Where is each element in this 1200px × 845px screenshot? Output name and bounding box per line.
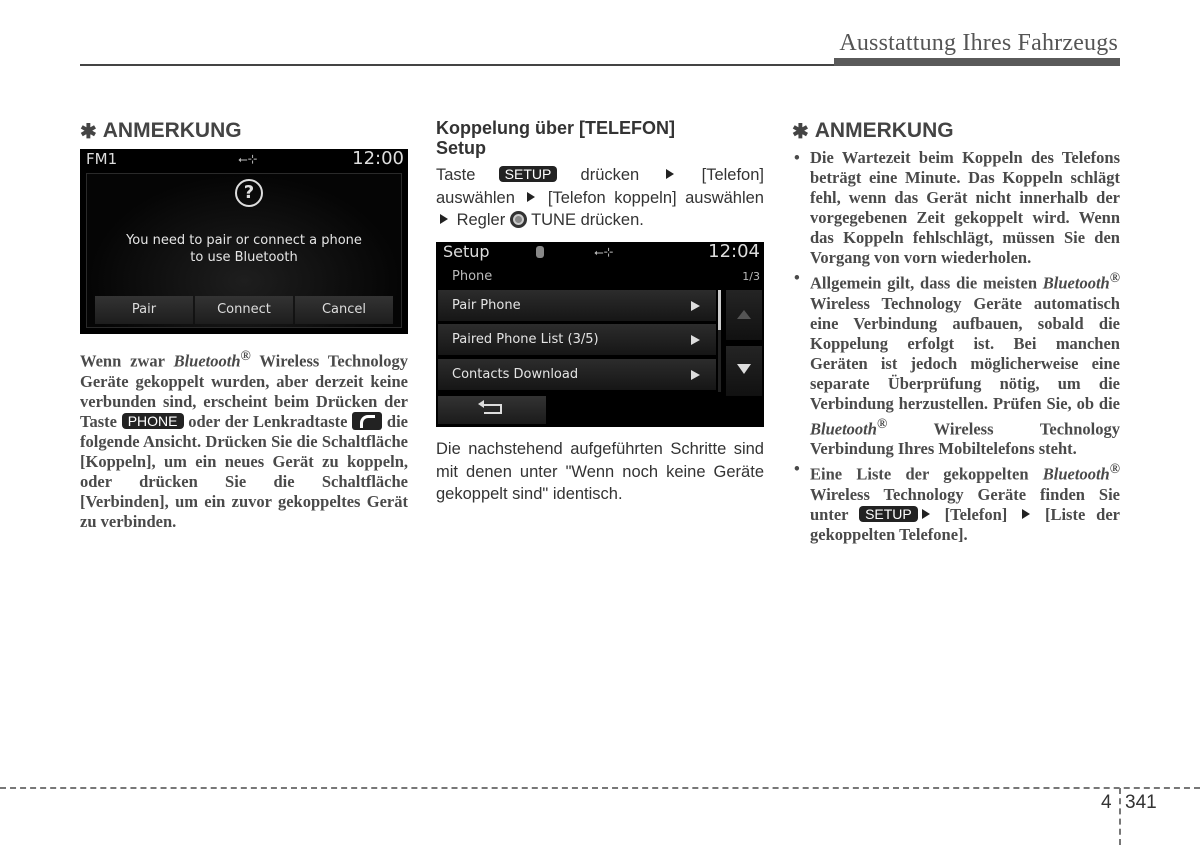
arrow-right-icon: [666, 169, 675, 179]
arrow-right-icon: [1022, 508, 1031, 519]
connect-button[interactable]: Connect: [195, 296, 293, 324]
registered-mark: ®: [1109, 270, 1120, 285]
left-paragraph: Wenn zwar Bluetooth® Wireless Technology…: [80, 346, 408, 532]
registered-mark: ®: [876, 415, 888, 431]
note-bullet: Eine Liste der gekoppelten Bluetooth® Wi…: [792, 459, 1120, 545]
clock: 12:00: [352, 148, 404, 169]
footer-divider: [1119, 788, 1121, 845]
clock: 12:04: [708, 241, 760, 262]
arrow-right-icon: [921, 508, 930, 519]
setup-steps: Taste SETUP drücken [Telefon] auswählen …: [436, 164, 764, 232]
bluetooth-prompt-screen: FM1 ⭠⊹ 12:00 ? You need to pair or conne…: [80, 148, 408, 334]
text: Allgemein gilt, dass die meisten: [810, 273, 1043, 293]
setup-key: SETUP: [859, 505, 918, 522]
arrow-right-icon: [440, 214, 448, 224]
status-bar: FM1 ⭠⊹ 12:00: [80, 148, 408, 169]
menu-item-contacts-download[interactable]: Contacts Download: [438, 359, 716, 390]
cancel-button[interactable]: Cancel: [295, 296, 393, 324]
source-label: FM1: [86, 150, 118, 168]
asterisk-icon: ✱: [792, 120, 809, 143]
menu-item-label: Paired Phone List (3/5): [452, 332, 599, 347]
triangle-up-icon: [737, 310, 751, 319]
status-bar: Setup ⭠⊹ 12:04: [436, 241, 764, 262]
note-heading: ✱ ANMERKUNG: [792, 116, 1120, 146]
column-right: ✱ ANMERKUNG Die Wartezeit beim Koppeln d…: [792, 112, 1120, 545]
heading-line: Koppelung über [TELEFON]: [436, 118, 675, 138]
usb-icon: ⭠⊹: [238, 152, 258, 166]
back-button[interactable]: [438, 396, 546, 424]
dialog-message: You need to pair or connect a phone to u…: [87, 232, 401, 266]
dialog-message-line: to use Bluetooth: [190, 250, 298, 265]
text: Taste: [436, 166, 499, 184]
menu-item-paired-phone-list[interactable]: Paired Phone List (3/5): [438, 324, 716, 355]
section-title: Ausstattung Ihres Fahrzeugs: [839, 30, 1118, 56]
menu-item-label: Pair Phone: [452, 298, 521, 313]
page-indicator: 1/3: [742, 270, 760, 283]
usb-icon: ⭠⊹: [594, 245, 614, 259]
bluetooth-term: Bluetooth: [810, 419, 877, 438]
section-heading: Koppelung über [TELEFON] Setup: [436, 118, 764, 158]
dialog-buttons: Pair Connect Cancel: [95, 296, 393, 324]
middle-paragraph: Die nachstehend aufgeführten Schritte si…: [436, 440, 764, 503]
dialog-panel: ? You need to pair or connect a phone to…: [86, 173, 402, 328]
setup-key: SETUP: [498, 166, 558, 182]
arrow-right-icon: [527, 191, 536, 202]
asterisk-icon: ✱: [80, 120, 97, 143]
text: drücken: [557, 166, 663, 184]
question-icon: ?: [235, 179, 263, 207]
footer-rule: [0, 787, 1200, 789]
screen-title: Setup: [443, 242, 490, 261]
text: TUNE drücken.: [526, 211, 644, 229]
dialog-message-line: You need to pair or connect a phone: [126, 233, 362, 248]
menu-item-pair-phone[interactable]: Pair Phone: [438, 290, 716, 321]
text: oder der Lenkradtaste: [183, 411, 353, 431]
menu-item-label: Contacts Download: [452, 367, 579, 382]
heading-line: Setup: [436, 138, 487, 158]
note-bullet: Allgemein gilt, dass die meisten Bluetoo…: [792, 268, 1120, 459]
text: Regler: [452, 211, 510, 229]
setup-phone-screen: Setup ⭠⊹ 12:04 Phone 1/3 Pair Phone Pair…: [436, 241, 764, 427]
text: Wireless Technology Geräte automatisch e…: [810, 293, 1120, 413]
bluetooth-term: Bluetooth: [1042, 273, 1110, 293]
bluetooth-icon: [536, 246, 544, 258]
text: Wenn zwar: [80, 351, 174, 371]
arrow-right-icon: [691, 370, 700, 380]
pair-button[interactable]: Pair: [95, 296, 193, 324]
note-heading-text: ANMERKUNG: [814, 119, 954, 142]
steering-phone-key-icon: [352, 411, 383, 430]
arrow-right-icon: [691, 335, 700, 345]
bluetooth-term: Bluetooth: [173, 351, 241, 371]
column-middle: Koppelung über [TELEFON] Setup Taste SET…: [436, 118, 764, 232]
note-heading-text: ANMERKUNG: [102, 119, 242, 142]
back-arrow-icon: [478, 400, 502, 414]
text: [Telefon]: [933, 504, 1019, 524]
scrollbar-thumb[interactable]: [718, 290, 721, 330]
registered-mark: ®: [1109, 461, 1120, 476]
chapter-number: 4: [1101, 792, 1112, 813]
scroll-down-button[interactable]: [726, 346, 762, 396]
screen-subtitle: Phone: [452, 269, 493, 284]
note-bullet: Die Wartezeit beim Koppeln des Telefons …: [792, 148, 1120, 268]
arrow-right-icon: [691, 301, 700, 311]
text: Eine Liste der gekoppelten: [810, 464, 1043, 484]
registered-mark: ®: [240, 348, 251, 363]
note-heading: ✱ ANMERKUNG: [80, 116, 408, 146]
header-rule: [80, 64, 835, 66]
page-number: 341: [1125, 792, 1157, 813]
scroll-up-button[interactable]: [726, 290, 762, 340]
bluetooth-term: Bluetooth: [1042, 464, 1110, 484]
tune-knob-icon: [509, 211, 527, 228]
triangle-down-icon: [737, 364, 751, 374]
text: [Telefon koppeln] auswählen: [539, 188, 764, 207]
phone-key: PHONE: [121, 412, 184, 429]
header-bar: [834, 58, 1120, 66]
column-left: ✱ ANMERKUNG: [80, 112, 408, 146]
